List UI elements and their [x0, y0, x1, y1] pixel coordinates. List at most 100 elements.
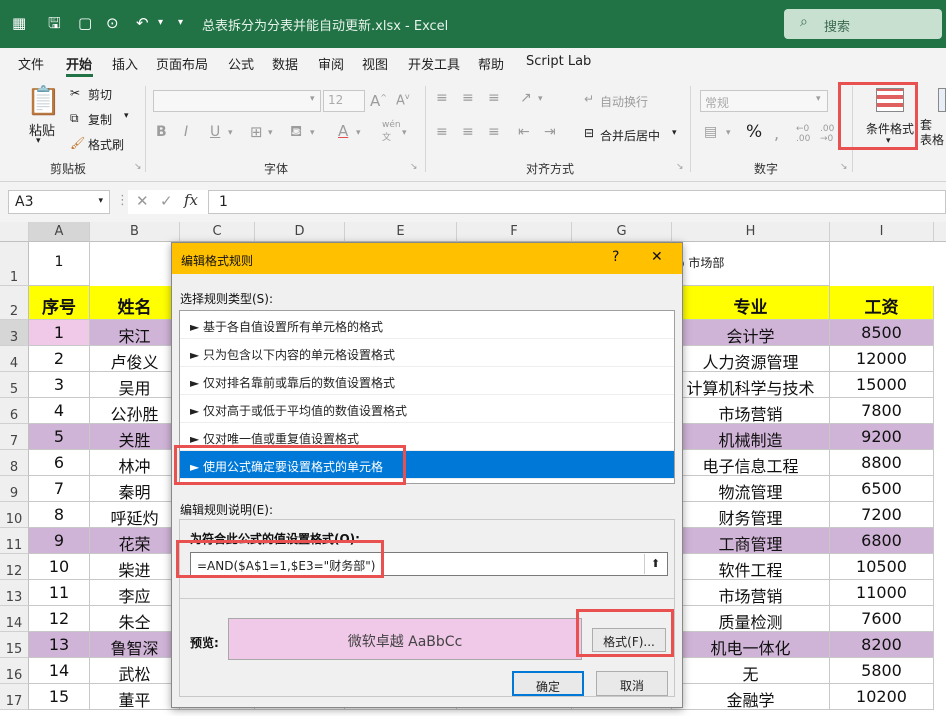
border-icon[interactable]: ⊞ — [250, 123, 263, 141]
table-cell[interactable]: 花荣 — [90, 528, 180, 554]
font-color-dropdown-icon[interactable]: ▾ — [356, 128, 361, 138]
number-launcher-icon[interactable]: ↘ — [840, 162, 848, 172]
table-cell[interactable]: 武松 — [90, 658, 180, 684]
tab-script-lab[interactable]: Script Lab — [526, 54, 591, 69]
close-button[interactable]: ✕ — [651, 249, 663, 265]
row-header[interactable]: 16 — [0, 658, 29, 684]
table-cell[interactable]: 关胜 — [90, 424, 180, 450]
table-cell[interactable]: 机电一体化 — [672, 632, 830, 658]
table-cell[interactable]: 柴进 — [90, 554, 180, 580]
paste-dropdown-icon[interactable]: ▾ — [36, 136, 41, 146]
fill-dropdown-icon[interactable]: ▾ — [310, 128, 315, 138]
font-launcher-icon[interactable]: ↘ — [410, 162, 418, 172]
orientation-icon[interactable]: ↗ — [520, 90, 532, 106]
table-cell[interactable]: 董平 — [90, 684, 180, 710]
row-header[interactable]: 10 — [0, 502, 29, 528]
table-cell[interactable]: 物流管理 — [672, 476, 830, 502]
align-middle-icon[interactable]: ≡ — [462, 90, 474, 106]
column-header-f[interactable]: F — [457, 222, 572, 242]
table-cell[interactable]: 8800 — [830, 450, 934, 476]
copy-icon[interactable]: ⧉ — [70, 111, 79, 126]
decrease-font-icon[interactable]: Av — [396, 92, 410, 108]
align-right-icon[interactable]: ≡ — [488, 124, 500, 140]
number-format-dropdown-icon[interactable]: ▾ — [816, 94, 821, 104]
column-header-e[interactable]: E — [345, 222, 457, 242]
table-cell[interactable]: 6 — [29, 450, 90, 476]
table-cell[interactable]: 电子信息工程 — [672, 450, 830, 476]
table-cell[interactable]: 12 — [29, 606, 90, 632]
column-header-j[interactable] — [934, 222, 946, 242]
column-header-h[interactable]: H — [672, 222, 830, 242]
number-format-select[interactable]: 常规 — [700, 90, 828, 112]
clipboard-launcher-icon[interactable]: ↘ — [134, 162, 142, 172]
copy-dropdown-icon[interactable]: ▾ — [124, 111, 129, 121]
row-header[interactable]: 17 — [0, 684, 29, 710]
tab-help[interactable]: 帮助 — [478, 54, 504, 73]
phonetic-icon[interactable]: wén 文 — [382, 120, 401, 143]
row-header[interactable]: 13 — [0, 580, 29, 606]
table-cell[interactable]: 市场营销 — [672, 580, 830, 606]
align-bottom-icon[interactable]: ≡ — [488, 90, 500, 106]
align-left-icon[interactable]: ≡ — [436, 124, 448, 140]
row-header[interactable]: 3 — [0, 320, 29, 346]
paste-icon[interactable]: 📋 — [26, 84, 61, 117]
column-header-d[interactable]: D — [255, 222, 345, 242]
table-cell[interactable]: 3 — [29, 372, 90, 398]
table-cell[interactable]: 14 — [29, 658, 90, 684]
tab-review[interactable]: 审阅 — [318, 54, 344, 73]
name-box[interactable]: A3 ▾ — [8, 190, 110, 214]
help-button[interactable]: ? — [612, 249, 619, 265]
table-cell[interactable]: 1 — [29, 320, 90, 346]
table-cell[interactable]: 6500 — [830, 476, 934, 502]
italic-icon[interactable]: I — [184, 124, 188, 140]
table-cell[interactable]: 9 — [29, 528, 90, 554]
header-cell[interactable]: 姓名 — [90, 286, 180, 320]
table-cell[interactable]: 质量检测 — [672, 606, 830, 632]
customize-toolbar-icon[interactable]: ▾ — [178, 14, 183, 32]
table-cell[interactable]: 财务管理 — [672, 502, 830, 528]
table-cell[interactable]: 无 — [672, 658, 830, 684]
save-icon[interactable]: 🖫 — [48, 14, 61, 32]
table-cell[interactable]: 7600 — [830, 606, 934, 632]
table-cell[interactable]: 8500 — [830, 320, 934, 346]
row-header[interactable]: 4 — [0, 346, 29, 372]
tab-data[interactable]: 数据 — [272, 54, 298, 73]
tab-home[interactable]: 开始 — [66, 54, 92, 73]
column-header-i[interactable]: I — [830, 222, 934, 242]
orientation-dropdown-icon[interactable]: ▾ — [538, 94, 543, 104]
row-header[interactable]: 8 — [0, 450, 29, 476]
select-all-corner[interactable] — [0, 222, 29, 242]
table-cell[interactable]: 5800 — [830, 658, 934, 684]
table-cell[interactable]: 金融学 — [672, 684, 830, 710]
header-cell[interactable]: 工资 — [830, 286, 934, 320]
column-header-c[interactable]: C — [180, 222, 255, 242]
increase-font-icon[interactable]: A^ — [370, 92, 387, 110]
undo-dropdown-icon[interactable]: ▾ — [158, 14, 163, 32]
header-cell[interactable]: 序号 — [29, 286, 90, 320]
table-cell[interactable]: 15000 — [830, 372, 934, 398]
wrap-text-button[interactable]: 自动换行 — [600, 93, 648, 110]
insert-function-icon[interactable]: fx — [184, 191, 198, 209]
collapse-dialog-icon[interactable]: ⬆ — [644, 554, 666, 574]
bold-icon[interactable]: B — [156, 124, 167, 140]
percent-icon[interactable]: % — [746, 122, 762, 142]
table-cell[interactable]: 呼延灼 — [90, 502, 180, 528]
table-cell[interactable]: 4 — [29, 398, 90, 424]
format-as-table-icon[interactable] — [938, 88, 946, 112]
table-cell[interactable]: 李应 — [90, 580, 180, 606]
header-cell[interactable]: 专业 — [672, 286, 830, 320]
rule-type-item[interactable]: ► 仅对高于或低于平均值的数值设置格式 — [180, 395, 674, 423]
table-cell[interactable]: 6800 — [830, 528, 934, 554]
cut-button[interactable]: 剪切 — [88, 86, 112, 103]
tab-developer[interactable]: 开发工具 — [408, 54, 460, 73]
tab-page-layout[interactable]: 页面布局 — [156, 54, 208, 73]
row-header[interactable]: 6 — [0, 398, 29, 424]
decrease-decimal-icon[interactable]: .00 →0 — [820, 124, 834, 144]
decrease-indent-icon[interactable]: ⇤ — [518, 124, 530, 140]
table-cell[interactable]: 吴用 — [90, 372, 180, 398]
table-cell[interactable]: 人力资源管理 — [672, 346, 830, 372]
align-top-icon[interactable]: ≡ — [436, 90, 448, 106]
tab-file[interactable]: 文件 — [18, 54, 44, 73]
paste-button[interactable]: 粘贴 — [29, 120, 55, 139]
table-cell[interactable]: 7 — [29, 476, 90, 502]
